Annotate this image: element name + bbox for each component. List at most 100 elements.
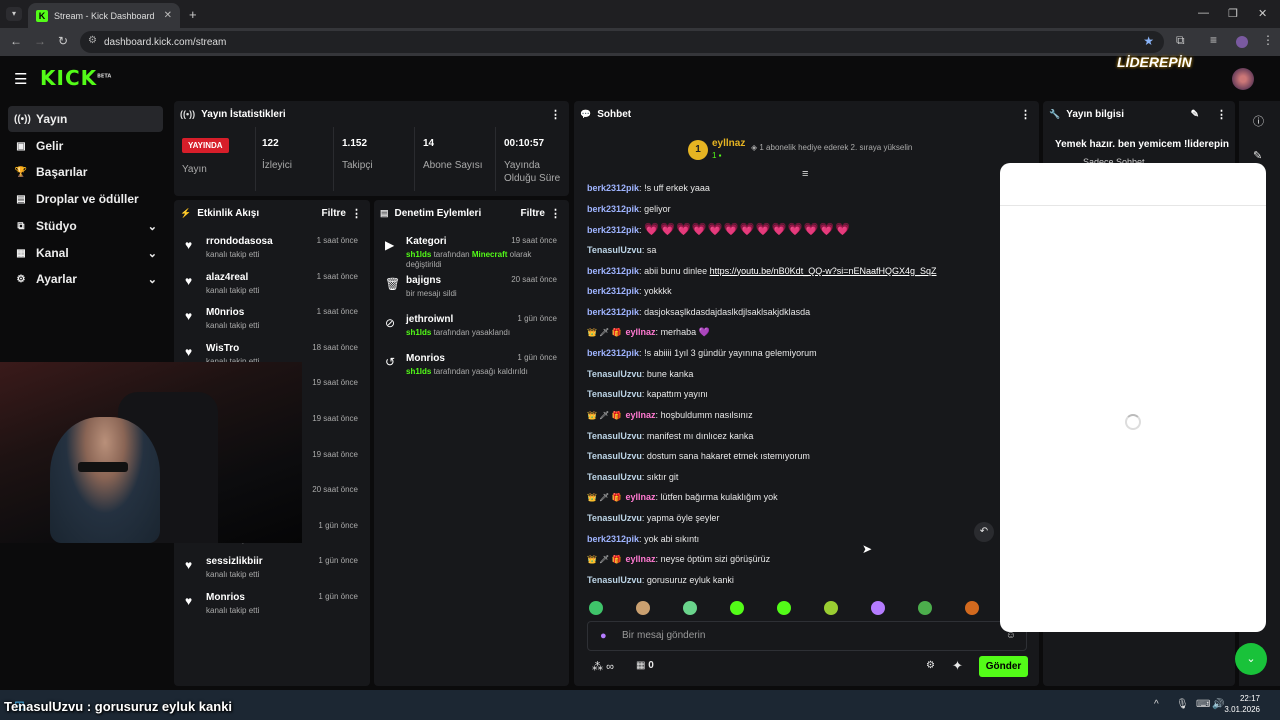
user-avatar[interactable] bbox=[1232, 68, 1254, 90]
url-field[interactable]: ⚙ dashboard.kick.com/stream ★ bbox=[80, 31, 1164, 53]
activity-user[interactable]: alaz4real bbox=[206, 272, 248, 283]
more-options-icon[interactable]: ⋮ bbox=[550, 108, 561, 121]
tab-close-icon[interactable]: ✕ bbox=[164, 10, 172, 21]
emote-icon[interactable] bbox=[636, 601, 650, 615]
chat-username[interactable]: eyllnaz bbox=[626, 554, 656, 564]
chat-username[interactable]: eyllnaz bbox=[626, 492, 656, 502]
chat-username[interactable]: TenasulUzvu bbox=[587, 472, 642, 482]
send-button[interactable]: Gönder bbox=[979, 656, 1028, 677]
sidebar-item-droplar[interactable]: ▤ Droplar ve ödüller bbox=[8, 186, 163, 212]
maximize-button[interactable]: ❐ bbox=[1228, 7, 1238, 20]
moderation-target[interactable]: bajigns bbox=[406, 275, 441, 286]
edit-pencil-icon[interactable]: ✎ bbox=[1253, 149, 1262, 162]
chat-emote-icon[interactable]: ✦ bbox=[952, 658, 963, 674]
moderator-name[interactable]: sh1lds bbox=[406, 367, 431, 376]
network-icon[interactable]: ⌨ bbox=[1196, 699, 1210, 710]
panel-header: ▤ Denetim Eylemleri Filtre ⋮ bbox=[374, 200, 569, 226]
moderation-target[interactable]: jethroiwnl bbox=[406, 314, 453, 325]
emote-icon[interactable] bbox=[683, 601, 697, 615]
moderation-target[interactable]: Monrios bbox=[406, 353, 445, 364]
chat-username[interactable]: TenasulUzvu bbox=[587, 513, 642, 523]
emote-icon[interactable] bbox=[730, 601, 744, 615]
stream-title: Yemek hazır. ben yemicem !liderepin bbox=[1055, 139, 1229, 150]
chat-username[interactable]: berk2312pik bbox=[587, 307, 639, 317]
taskbar-clock[interactable]: 22:17 3.01.2026 bbox=[1224, 693, 1260, 715]
moderation-target[interactable]: Kategori bbox=[406, 236, 447, 247]
chat-username[interactable]: eyllnaz bbox=[626, 327, 656, 337]
chat-username[interactable]: TenasulUzvu bbox=[587, 451, 642, 461]
chat-username[interactable]: berk2312pik bbox=[587, 286, 639, 296]
more-options-icon[interactable]: ⋮ bbox=[550, 207, 561, 220]
gift-sub-button[interactable]: ▦ 0 bbox=[636, 660, 654, 671]
broadcast-icon: ((•)) bbox=[180, 109, 196, 119]
chat-username[interactable]: TenasulUzvu bbox=[587, 389, 642, 399]
undo-icon: ↺ bbox=[385, 355, 396, 369]
chat-message-input[interactable]: ● Bir mesaj gönderin ☺ bbox=[587, 621, 1027, 651]
sidebar-item-kanal[interactable]: ▦ Kanal ⌄ bbox=[8, 240, 163, 266]
sidebar-item-basarilar[interactable]: 🏆 Başarılar bbox=[8, 159, 163, 185]
emote-icon[interactable] bbox=[871, 601, 885, 615]
minimize-button[interactable]: — bbox=[1198, 7, 1209, 19]
kick-logo[interactable]: KICKBETA bbox=[40, 66, 111, 90]
browser-menu-icon[interactable]: ⋮ bbox=[1262, 33, 1274, 47]
emote-icon[interactable] bbox=[824, 601, 838, 615]
filter-button[interactable]: Filtre bbox=[521, 208, 545, 219]
moderation-time: 20 saat önce bbox=[511, 275, 557, 284]
chat-username[interactable]: TenasulUzvu bbox=[587, 245, 642, 255]
more-options-icon[interactable]: ⋮ bbox=[351, 207, 362, 220]
microphone-icon[interactable]: ● bbox=[600, 622, 607, 650]
browser-tab[interactable]: K Stream - Kick Dashboard ✕ bbox=[28, 3, 180, 28]
chat-username[interactable]: TenasulUzvu bbox=[587, 431, 642, 441]
forward-arrow-icon[interactable]: → bbox=[34, 34, 46, 48]
tray-chevron-icon[interactable]: ^ bbox=[1154, 699, 1159, 710]
tab-search-chevron-icon[interactable]: ▾ bbox=[6, 7, 22, 21]
activity-user[interactable]: WisTro bbox=[206, 343, 239, 354]
reload-icon[interactable]: ↻ bbox=[58, 34, 68, 48]
chat-username[interactable]: TenasulUzvu bbox=[587, 369, 642, 379]
site-info-icon[interactable]: ⚙ bbox=[88, 35, 97, 46]
bookmark-star-icon[interactable]: ★ bbox=[1143, 34, 1154, 48]
chat-username[interactable]: TenasulUzvu bbox=[587, 575, 642, 585]
media-controls-icon[interactable]: ≡ bbox=[1210, 33, 1217, 47]
chat-username[interactable]: berk2312pik bbox=[587, 534, 639, 544]
emote-icon[interactable] bbox=[965, 601, 979, 615]
sidebar-item-ayarlar[interactable]: ⚙ Ayarlar ⌄ bbox=[8, 266, 163, 292]
extensions-icon[interactable]: ⧉ bbox=[1176, 33, 1185, 48]
profile-avatar-icon[interactable] bbox=[1236, 36, 1248, 48]
more-options-icon[interactable]: ⋮ bbox=[1020, 108, 1031, 121]
new-tab-button[interactable]: + bbox=[189, 7, 197, 22]
chat-username[interactable]: berk2312pik bbox=[587, 204, 639, 214]
info-icon[interactable]: ⓘ bbox=[1253, 113, 1264, 129]
chat-settings-icon[interactable]: ⚙ bbox=[926, 660, 935, 671]
sidebar-item-yayin[interactable]: ((•)) Yayın bbox=[8, 106, 163, 132]
emote-icon[interactable] bbox=[589, 601, 603, 615]
emote-icon[interactable] bbox=[918, 601, 932, 615]
more-options-icon[interactable]: ⋮ bbox=[1216, 108, 1227, 121]
sidebar-item-gelir[interactable]: ▣ Gelir bbox=[8, 133, 163, 159]
activity-user[interactable]: M0nrios bbox=[206, 307, 244, 318]
volume-icon[interactable]: 🔊 bbox=[1212, 699, 1224, 710]
chat-username[interactable]: berk2312pik bbox=[587, 266, 639, 276]
hamburger-menu-icon[interactable]: ☰ bbox=[14, 70, 27, 88]
emote-icon[interactable] bbox=[777, 601, 791, 615]
scroll-down-button[interactable]: ⌄ bbox=[1235, 643, 1267, 675]
chat-points-icon[interactable]: ⁂ ∞ bbox=[592, 660, 614, 673]
moderator-name[interactable]: sh1lds bbox=[406, 328, 431, 337]
chat-username[interactable]: berk2312pik bbox=[587, 183, 639, 193]
moderator-name[interactable]: sh1lds bbox=[406, 250, 431, 259]
chat-username[interactable]: eyllnaz bbox=[626, 410, 656, 420]
chat-username[interactable]: berk2312pik bbox=[587, 225, 639, 235]
activity-user[interactable]: Monrios bbox=[206, 592, 245, 603]
microphone-tray-icon[interactable]: 🎙 bbox=[1176, 699, 1189, 710]
back-arrow-icon[interactable]: ← bbox=[10, 34, 22, 48]
chat-link[interactable]: https://youtu.be/nB0Kdt_QQ-w?si=nENaafHQ… bbox=[710, 266, 937, 276]
edit-pencil-icon[interactable]: ✎ bbox=[1191, 109, 1199, 120]
filter-button[interactable]: Filtre bbox=[322, 208, 346, 219]
activity-user[interactable]: sessizlikbiir bbox=[206, 556, 263, 567]
pinned-collapse-icon[interactable]: ≡ bbox=[802, 168, 808, 180]
sidebar-item-studyo[interactable]: ⧉ Stüdyo ⌄ bbox=[8, 213, 163, 239]
activity-user[interactable]: rrondodasosa bbox=[206, 236, 273, 247]
close-window-button[interactable]: ✕ bbox=[1258, 7, 1267, 20]
reply-icon[interactable]: ↶ bbox=[974, 522, 994, 542]
chat-username[interactable]: berk2312pik bbox=[587, 348, 639, 358]
